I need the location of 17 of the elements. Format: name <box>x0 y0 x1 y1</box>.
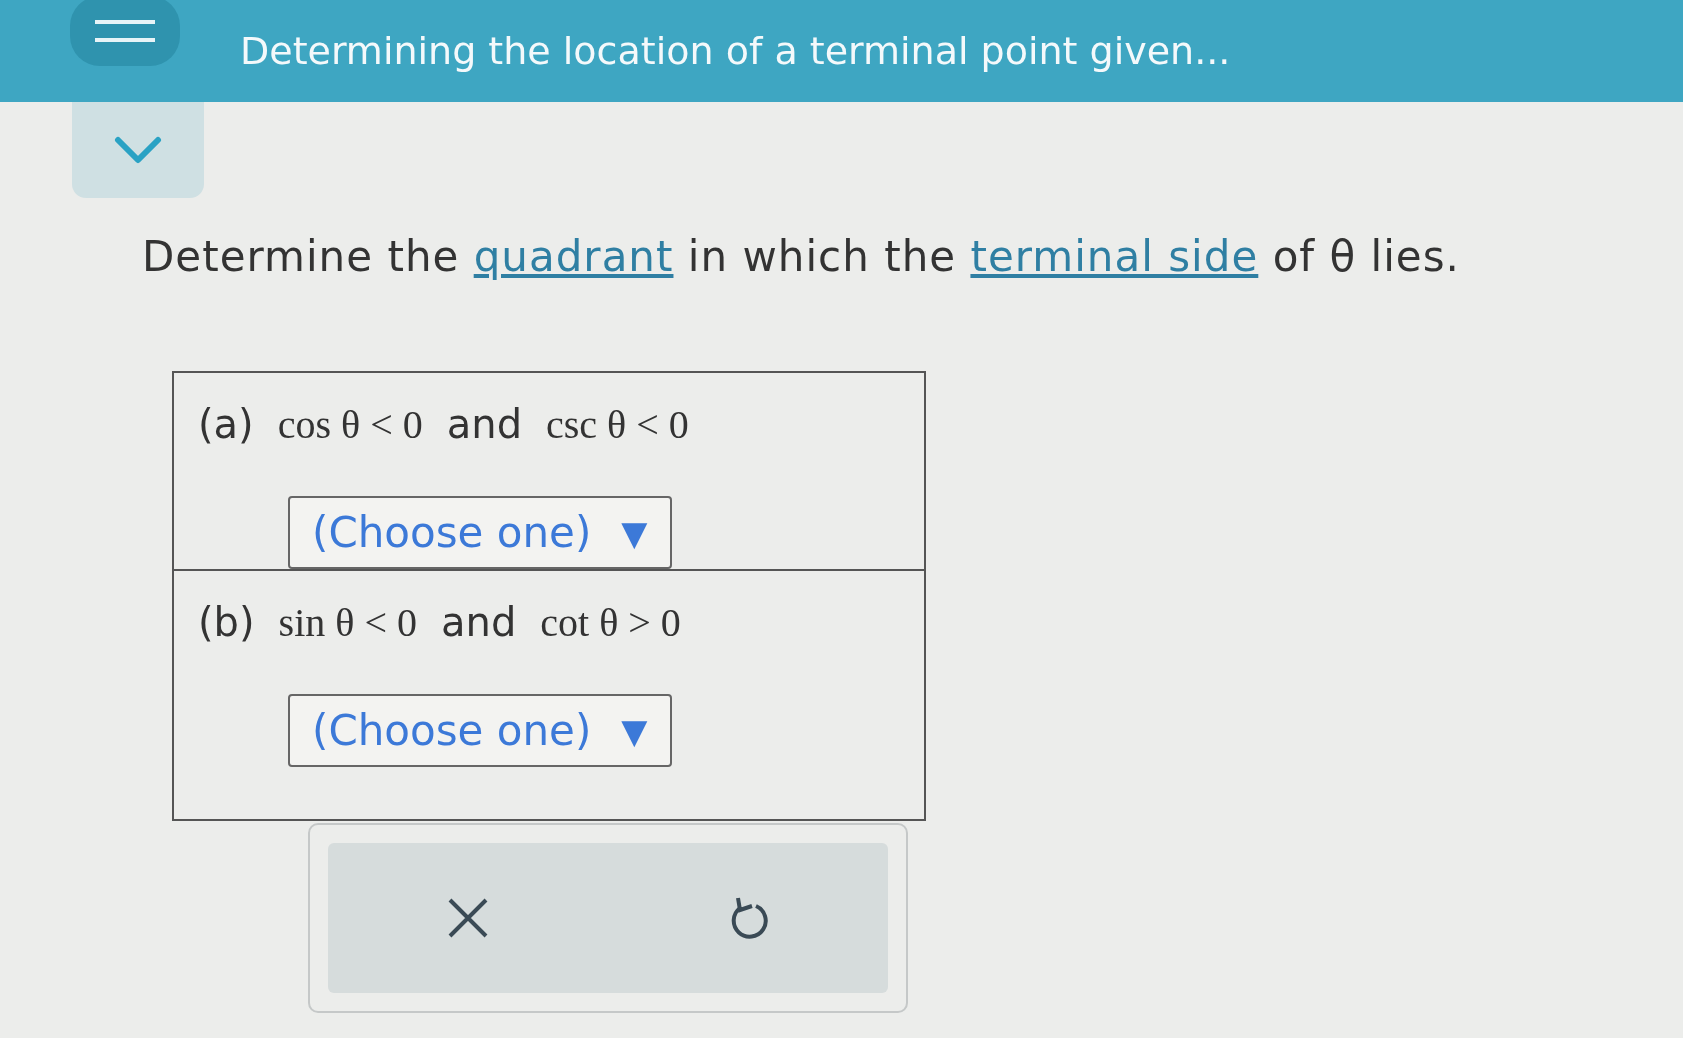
choice-dropdown[interactable]: (Choose one) ▼ <box>288 496 672 569</box>
math-expression: csc θ < 0 <box>546 401 689 448</box>
chevron-down-icon <box>114 135 162 165</box>
choice-dropdown[interactable]: (Choose one) ▼ <box>288 694 672 767</box>
question-text: Determine the quadrant in which the terminal side of θ lies. <box>142 232 1461 281</box>
math-expression: cos θ < 0 <box>277 401 423 448</box>
math-expression: sin θ < 0 <box>278 599 417 646</box>
page-title: Determining the location of a terminal point given... <box>240 29 1231 73</box>
part-label: (b) <box>198 599 255 645</box>
conjunction-text: and <box>441 599 517 645</box>
math-expression: cot θ > 0 <box>540 599 681 646</box>
part-label: (a) <box>198 401 254 447</box>
menu-button[interactable] <box>70 0 180 66</box>
glossary-link[interactable]: terminal side <box>970 232 1259 281</box>
close-icon <box>446 896 490 940</box>
conjunction-text: and <box>446 401 523 447</box>
glossary-link[interactable]: quadrant <box>473 232 674 281</box>
